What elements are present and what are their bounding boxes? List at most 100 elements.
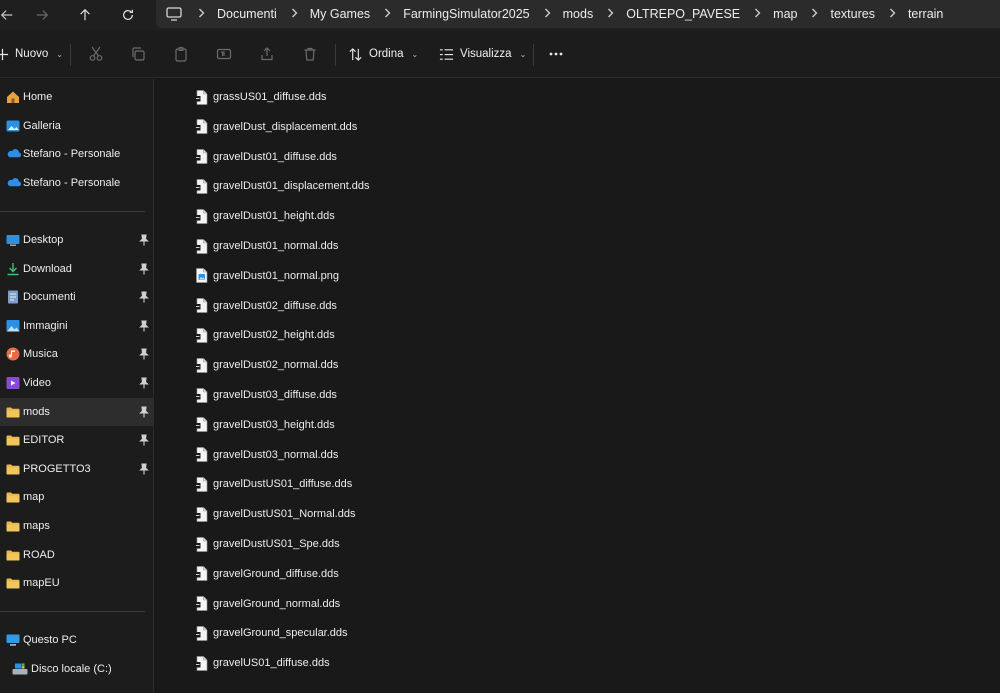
chevron-right-icon[interactable] [754,8,761,18]
rename-button[interactable] [214,44,234,64]
file-item[interactable]: gravelDust02_height.dds [195,323,335,347]
breadcrumb-item[interactable]: FarmingSimulator2025 [403,7,529,21]
folder-icon [6,548,20,562]
sidebar-item-download[interactable]: Download [0,255,153,283]
file-list: grassUS01_diffuse.dds gravelDust_displace… [155,79,1000,693]
file-item[interactable]: gravelDustUS01_diffuse.dds [195,472,352,496]
pin-icon[interactable] [139,463,149,475]
more-options-button[interactable] [546,44,566,64]
forward-button[interactable] [29,3,55,27]
delete-button[interactable] [300,44,320,64]
sidebar-item-desktop[interactable]: Desktop [0,226,153,254]
file-name: gravelUS01_diffuse.dds [213,657,330,670]
view-button[interactable]: Visualizza ⌄ [439,42,526,66]
address-bar[interactable]: Documenti My Games FarmingSimulator2025 mod… [156,0,1000,28]
sidebar-item-editor[interactable]: EDITOR [0,426,153,454]
sidebar-item-map[interactable]: map [0,483,153,511]
file-item[interactable]: gravelDust01_normal.png [195,264,339,288]
file-item[interactable]: gravelDust02_diffuse.dds [195,294,337,318]
up-button[interactable] [72,3,98,27]
toolbar-divider [533,44,534,66]
plus-circle-icon [0,48,9,61]
sidebar-item-documenti[interactable]: Documenti [0,283,153,311]
scissors-icon [89,46,103,61]
rename-icon [216,48,232,60]
chevron-down-icon: ⌄ [56,49,63,59]
chevron-right-icon[interactable] [544,8,551,18]
pin-icon[interactable] [139,377,149,389]
breadcrumb-item[interactable]: map [773,7,797,21]
file-name: gravelDust01_normal.png [213,269,339,282]
chevron-right-icon[interactable] [384,8,391,18]
chevron-right-icon[interactable] [811,8,818,18]
sidebar-item-questo-pc[interactable]: Questo PC [0,626,153,654]
sidebar-item-stefano-personale[interactable]: Stefano - Personale [0,140,153,168]
sidebar-item-home[interactable]: Home [0,83,153,111]
new-button[interactable]: Nuovo ⌄ [0,42,63,66]
pin-icon[interactable] [139,406,149,418]
sidebar-item-video[interactable]: Video [0,369,153,397]
breadcrumb-item[interactable]: mods [563,7,594,21]
pictures-icon [6,319,20,333]
file-item[interactable]: gravelDust01_diffuse.dds [195,145,337,169]
file-item[interactable]: gravelDust02_normal.dds [195,353,338,377]
file-name: gravelDust03_height.dds [213,418,335,431]
sidebar-item-stefano-personale[interactable]: Stefano - Personale [0,169,153,197]
pin-icon[interactable] [139,234,149,246]
file-item[interactable]: gravelGround_diffuse.dds [195,562,339,586]
breadcrumb: Documenti My Games FarmingSimulator2025 mod… [184,7,943,21]
video-icon [6,376,20,390]
pin-icon[interactable] [139,348,149,360]
chevron-right-icon[interactable] [607,8,614,18]
breadcrumb-item[interactable]: Documenti [217,7,277,21]
sidebar-item-label: Home [23,91,53,103]
file-item[interactable]: gravelDust03_diffuse.dds [195,383,337,407]
breadcrumb-item[interactable]: terrain [908,7,943,21]
pin-icon[interactable] [139,320,149,332]
file-item[interactable]: grassUS01_diffuse.dds [195,85,327,109]
refresh-button[interactable] [115,3,141,27]
file-item[interactable]: gravelDust03_height.dds [195,413,335,437]
file-item[interactable]: gravelDustUS01_Spe.dds [195,532,340,556]
sidebar-item-mapeu[interactable]: mapEU [0,569,153,597]
pin-icon[interactable] [139,263,149,275]
copy-button[interactable] [128,44,148,64]
pin-icon[interactable] [139,291,149,303]
file-item[interactable]: gravelDust03_normal.dds [195,443,338,467]
file-item[interactable]: gravelGround_normal.dds [195,592,340,616]
file-item[interactable]: gravelDust_displacement.dds [195,115,357,139]
command-bar: Nuovo ⌄ Ordina ⌄ Visualizza ⌄ [0,30,1000,78]
share-icon [261,47,273,61]
sidebar-item-progetto3[interactable]: PROGETTO3 [0,455,153,483]
pin-icon[interactable] [139,434,149,446]
file-item[interactable]: gravelDustUS01_Normal.dds [195,502,355,526]
file-name: gravelGround_specular.dds [213,627,348,640]
dds-file-icon [195,447,208,462]
chevron-right-icon[interactable] [291,8,298,18]
refresh-icon [123,9,133,20]
back-button[interactable] [0,3,20,27]
chevron-right-icon[interactable] [889,8,896,18]
file-name: gravelDust02_height.dds [213,329,335,342]
sidebar-item-disco-locale-c[interactable]: Disco locale (C:) [0,655,153,683]
chevron-right-icon[interactable] [198,8,205,18]
file-item[interactable]: gravelDust01_normal.dds [195,234,338,258]
file-item[interactable]: gravelDust01_height.dds [195,204,335,228]
sort-button[interactable]: Ordina ⌄ [348,42,418,66]
file-item[interactable]: gravelDust01_displacement.dds [195,174,370,198]
file-item[interactable]: gravelGround_specular.dds [195,621,348,645]
sidebar-item-musica[interactable]: Musica [0,340,153,368]
file-item[interactable]: gravelUS01_diffuse.dds [195,651,330,675]
sidebar-item-immagini[interactable]: Immagini [0,312,153,340]
share-button[interactable] [257,44,277,64]
sidebar-item-road[interactable]: ROAD [0,541,153,569]
breadcrumb-item[interactable]: textures [830,7,874,21]
breadcrumb-item[interactable]: OLTREPO_PAVESE [626,7,740,21]
sidebar-item-maps[interactable]: maps [0,512,153,540]
sidebar-item-galleria[interactable]: Galleria [0,112,153,140]
paste-button[interactable] [171,44,191,64]
sidebar-item-mods[interactable]: mods [0,397,153,426]
cut-button[interactable] [86,44,106,64]
breadcrumb-item[interactable]: My Games [310,7,370,21]
dds-file-icon [195,387,208,403]
